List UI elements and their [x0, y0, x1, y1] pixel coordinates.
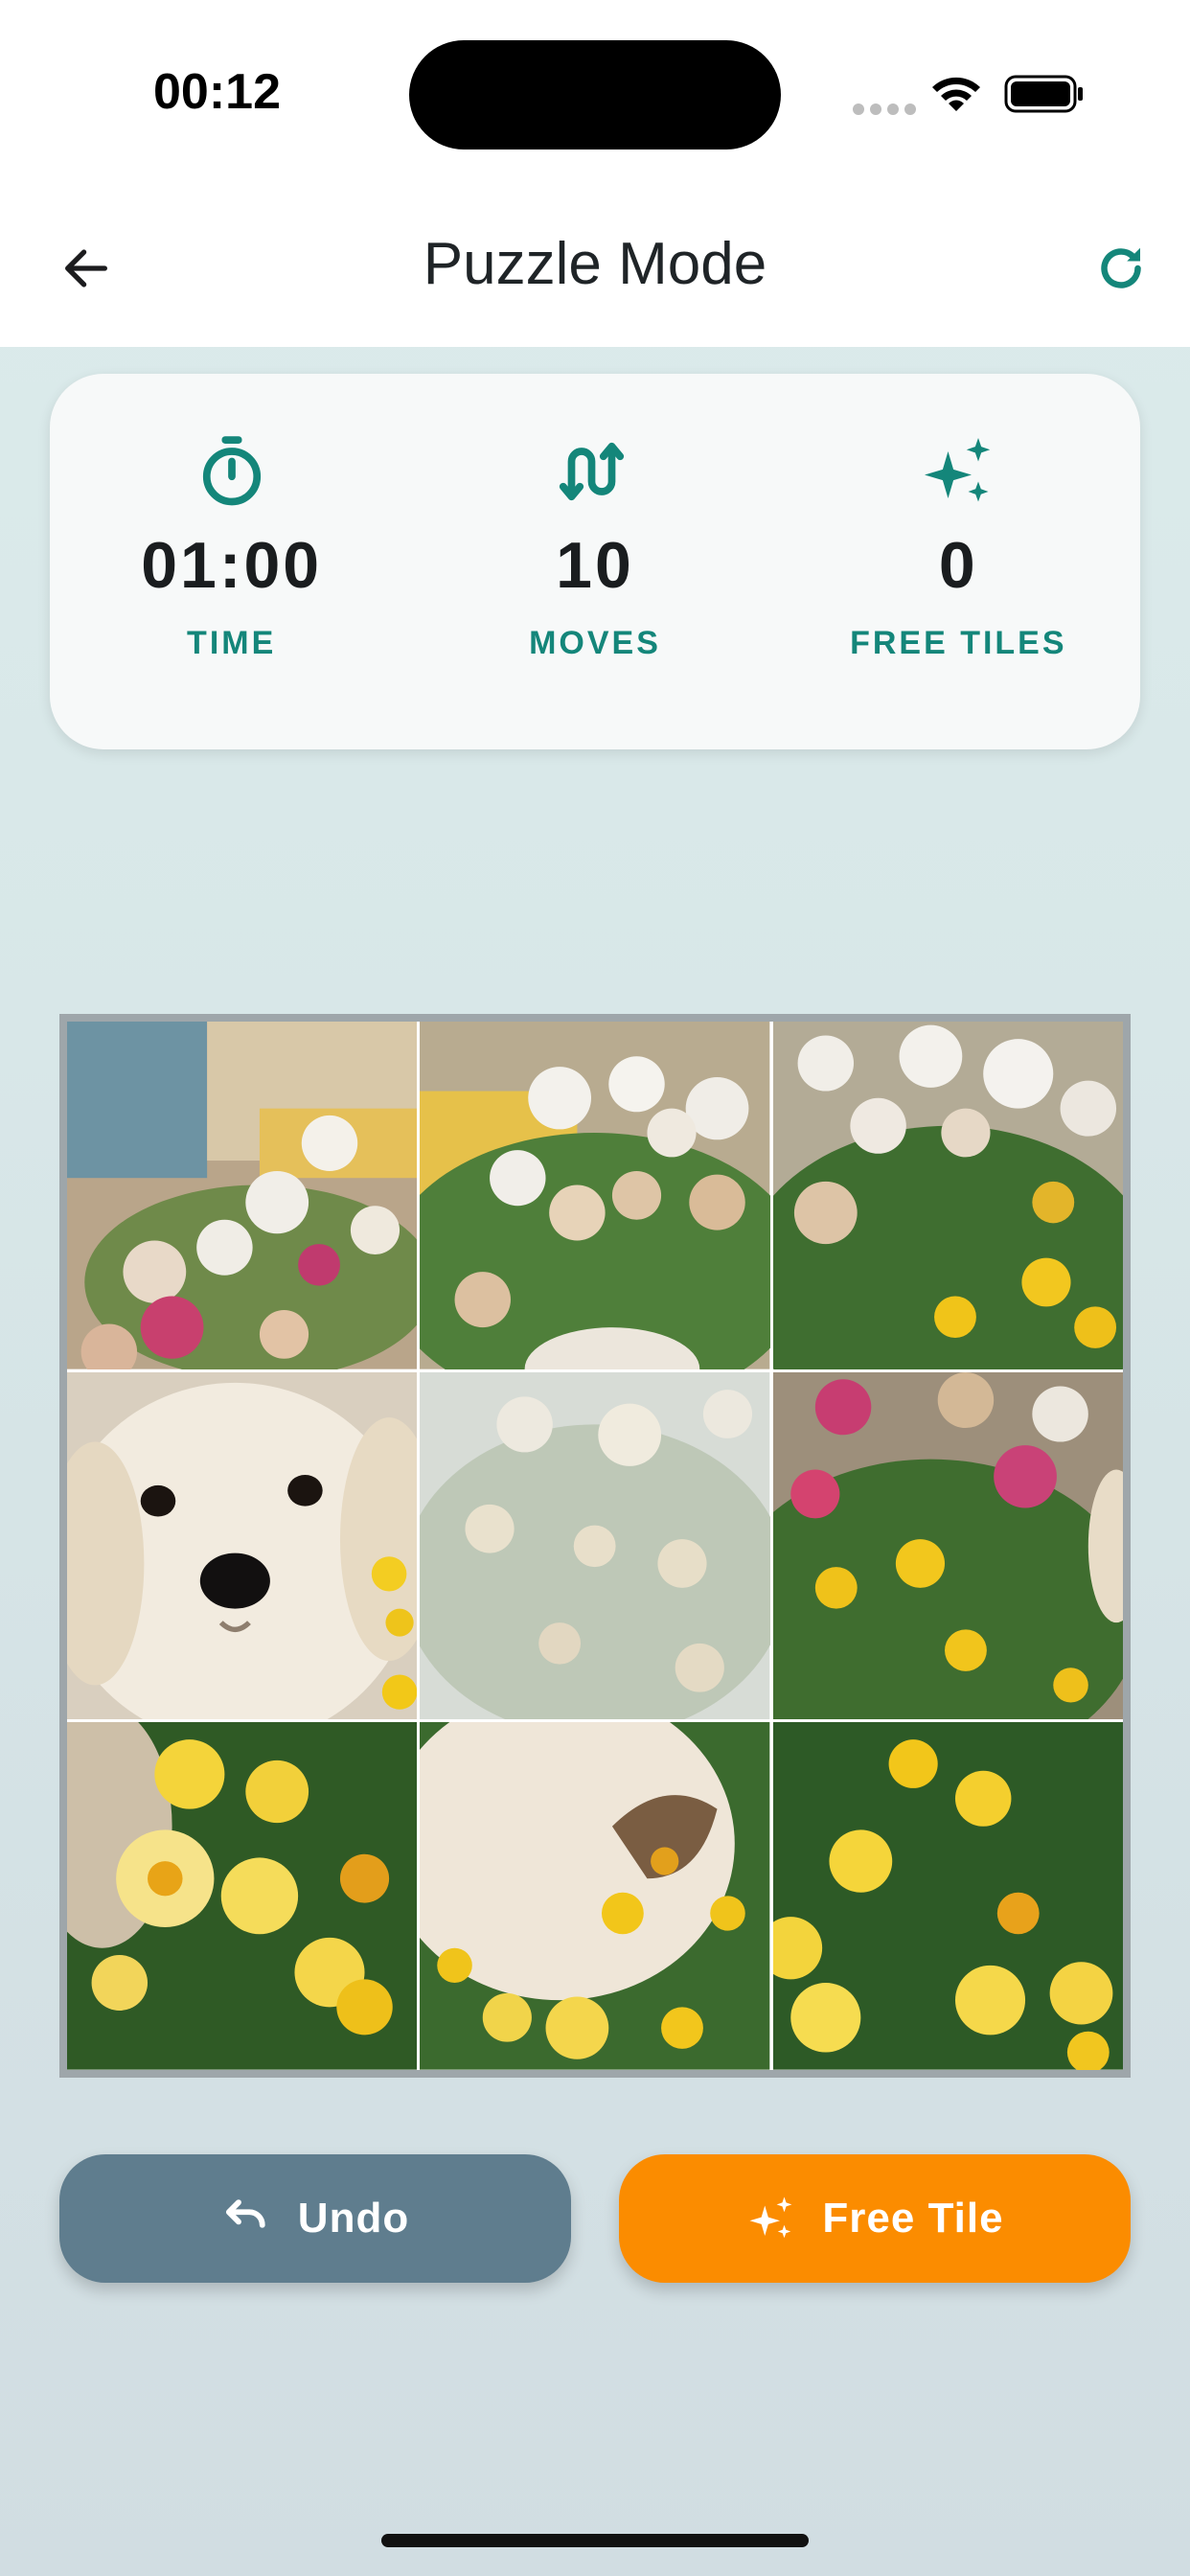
puzzle-board	[59, 1014, 1131, 2078]
free-tile-button[interactable]: Free Tile	[619, 2154, 1131, 2283]
stats-card: 01:00 TIME 10 MOVES 0 FREE TILES	[50, 374, 1140, 749]
sparkles-icon	[925, 438, 991, 502]
puzzle-tile[interactable]	[420, 1022, 770, 1369]
home-indicator[interactable]	[381, 2534, 809, 2547]
time-label: TIME	[187, 625, 277, 661]
page-title: Puzzle Mode	[423, 231, 767, 297]
time-value: 01:00	[141, 529, 323, 602]
stat-moves: 10 MOVES	[432, 431, 758, 662]
refresh-icon	[1101, 247, 1141, 288]
moves-value: 10	[556, 529, 634, 602]
wifi-icon	[932, 77, 980, 111]
free-tiles-value: 0	[938, 529, 978, 602]
dynamic-island	[409, 40, 781, 150]
puzzle-tile[interactable]	[67, 1722, 418, 2070]
puzzle-tile[interactable]	[67, 1022, 418, 1369]
sparkles-icon	[749, 2196, 792, 2239]
undo-label: Undo	[297, 2195, 410, 2242]
status-bar: 00:12	[0, 0, 1190, 192]
stopwatch-icon	[202, 436, 261, 506]
stat-free-tiles: 0 FREE TILES	[795, 431, 1121, 662]
puzzle-grid	[67, 1022, 1123, 2070]
empty-tile[interactable]	[420, 1371, 770, 1720]
free-tiles-label: FREE TILES	[850, 625, 1067, 661]
status-time: 00:12	[153, 64, 281, 120]
swap-arrows-icon	[559, 442, 625, 501]
undo-button[interactable]: Undo	[59, 2154, 571, 2283]
puzzle-tile[interactable]	[772, 1722, 1123, 2070]
free-tile-label: Free Tile	[822, 2195, 1004, 2242]
battery-icon	[1004, 75, 1083, 113]
puzzle-tile[interactable]	[772, 1022, 1123, 1369]
signal-icon	[853, 104, 916, 115]
stat-time: 01:00 TIME	[69, 431, 395, 662]
puzzle-tile[interactable]	[420, 1722, 770, 2070]
puzzle-tile[interactable]	[772, 1371, 1123, 1720]
puzzle-tile[interactable]	[67, 1371, 418, 1720]
undo-icon	[225, 2199, 265, 2228]
refresh-button[interactable]	[1083, 230, 1159, 307]
nav-bar: Puzzle Mode	[0, 192, 1190, 347]
moves-label: MOVES	[529, 625, 661, 661]
